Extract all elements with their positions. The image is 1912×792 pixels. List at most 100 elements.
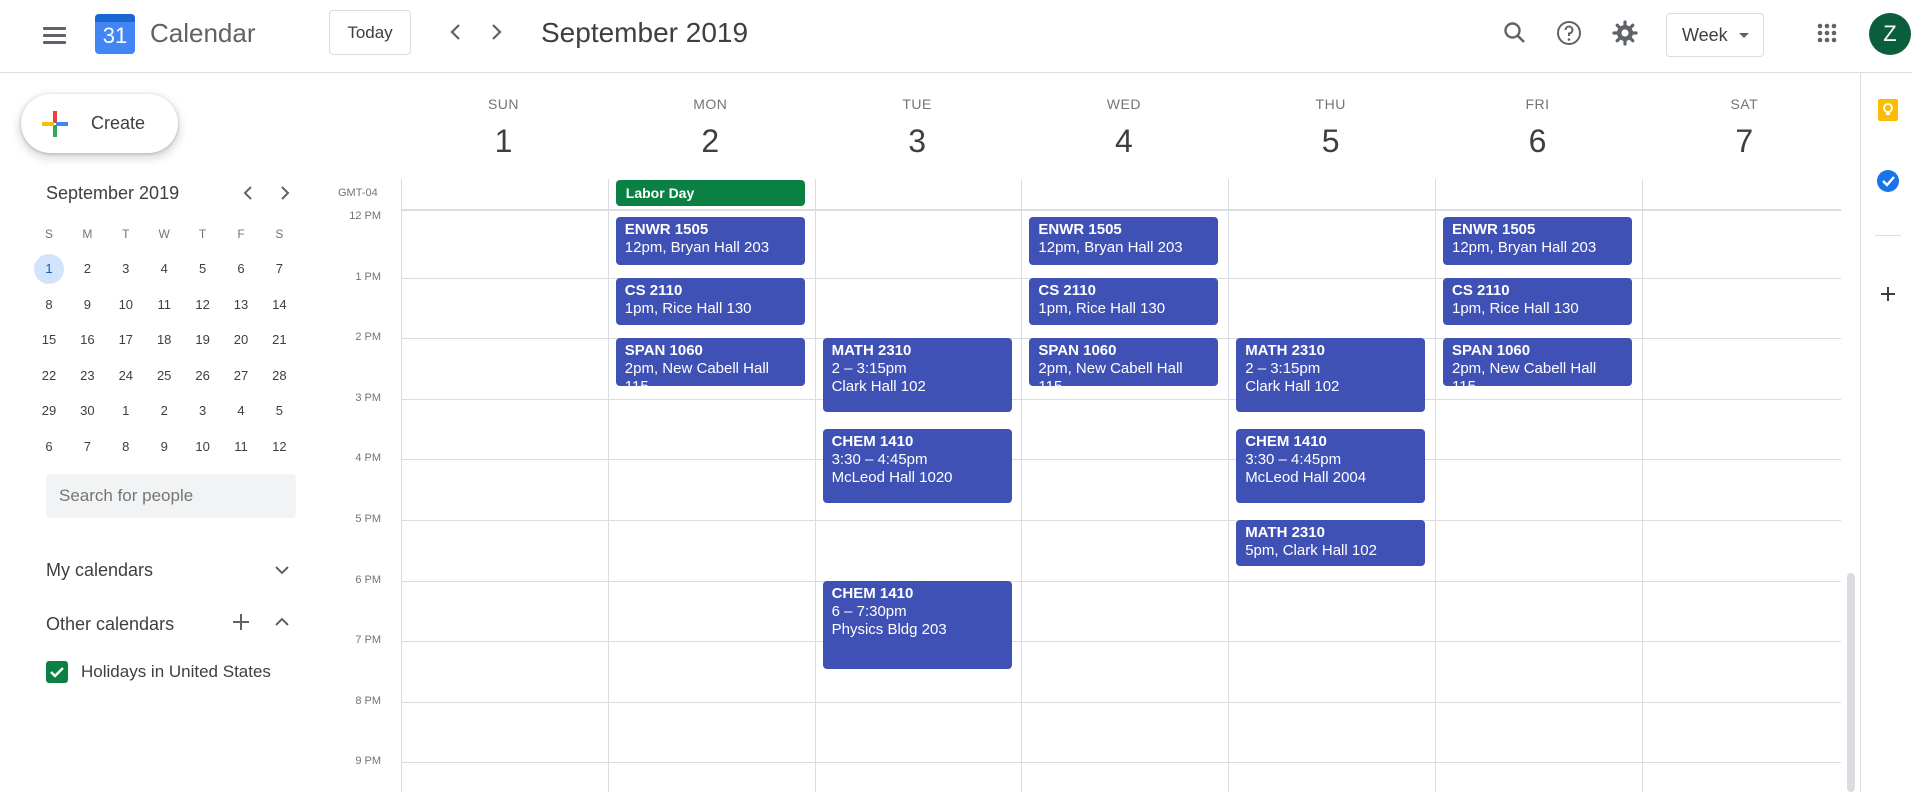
mini-calendar-day[interactable]: 3 bbox=[188, 396, 218, 426]
search-people-input[interactable] bbox=[46, 474, 296, 518]
menu-icon[interactable] bbox=[34, 18, 74, 50]
mini-calendar-day[interactable]: 19 bbox=[188, 325, 218, 355]
mini-calendar-day[interactable]: 11 bbox=[149, 290, 179, 320]
calendar-event[interactable]: CHEM 1410 3:30 – 4:45pm McLeod Hall 1020 bbox=[822, 429, 1012, 503]
other-calendars-header[interactable]: Other calendars bbox=[46, 614, 174, 635]
calendar-event[interactable]: CHEM 1410 3:30 – 4:45pm McLeod Hall 2004 bbox=[1236, 429, 1426, 503]
search-button[interactable] bbox=[1497, 15, 1533, 51]
tasks-button[interactable] bbox=[1875, 168, 1901, 194]
today-button[interactable]: Today bbox=[329, 10, 411, 55]
chevron-left-icon bbox=[243, 186, 252, 200]
mini-calendar-day[interactable]: 9 bbox=[149, 432, 179, 462]
mini-calendar-day[interactable]: 4 bbox=[226, 396, 256, 426]
mini-calendar-day[interactable]: 8 bbox=[34, 290, 64, 320]
day-number[interactable]: 6 bbox=[1435, 123, 1640, 160]
mini-calendar-prev-button[interactable] bbox=[233, 178, 263, 208]
mini-calendar-day[interactable]: 7 bbox=[72, 432, 102, 462]
mini-calendar-day[interactable]: 1 bbox=[34, 254, 64, 284]
calendar-event[interactable]: SPAN 10602pm, New Cabell Hall 115 bbox=[1029, 338, 1219, 386]
apps-button[interactable] bbox=[1809, 15, 1845, 51]
day-number[interactable]: 4 bbox=[1021, 123, 1226, 160]
mini-calendar-day[interactable]: 14 bbox=[264, 290, 294, 320]
next-week-button[interactable] bbox=[478, 14, 514, 50]
mini-calendar-day[interactable]: 5 bbox=[188, 254, 218, 284]
mini-calendar-next-button[interactable] bbox=[270, 178, 300, 208]
mini-calendar-day[interactable]: 12 bbox=[188, 290, 218, 320]
mini-calendar-day[interactable]: 8 bbox=[111, 432, 141, 462]
holidays-calendar-checkbox[interactable] bbox=[46, 661, 68, 683]
help-button[interactable] bbox=[1551, 15, 1587, 51]
calendar-logo-icon[interactable]: 31 bbox=[95, 14, 135, 54]
mini-calendar-day[interactable]: 23 bbox=[72, 361, 102, 391]
mini-calendar-day[interactable]: 11 bbox=[226, 432, 256, 462]
create-button[interactable]: Create bbox=[21, 94, 178, 153]
day-header-tue[interactable]: TUE 3 bbox=[815, 96, 1020, 160]
mini-calendar-day[interactable]: 18 bbox=[149, 325, 179, 355]
mini-calendar-day[interactable]: 13 bbox=[226, 290, 256, 320]
mini-calendar-day[interactable]: 6 bbox=[34, 432, 64, 462]
mini-calendar-day[interactable]: 7 bbox=[264, 254, 294, 284]
account-avatar[interactable]: Z bbox=[1869, 13, 1911, 55]
mini-calendar-day[interactable]: 1 bbox=[111, 396, 141, 426]
mini-calendar-day[interactable]: 9 bbox=[72, 290, 102, 320]
calendar-event[interactable]: MATH 2310 2 – 3:15pm Clark Hall 102 bbox=[1236, 338, 1426, 412]
calendar-event[interactable]: MATH 2310 2 – 3:15pm Clark Hall 102 bbox=[822, 338, 1012, 412]
mini-calendar-day[interactable]: 15 bbox=[34, 325, 64, 355]
my-calendars-header[interactable]: My calendars bbox=[46, 560, 153, 581]
mini-calendar-day[interactable]: 2 bbox=[149, 396, 179, 426]
day-number[interactable]: 2 bbox=[608, 123, 813, 160]
mini-calendar-day[interactable]: 29 bbox=[34, 396, 64, 426]
day-number[interactable]: 3 bbox=[815, 123, 1020, 160]
mini-calendar-day[interactable]: 21 bbox=[264, 325, 294, 355]
calendar-event[interactable]: CS 2110 1pm, Rice Hall 130 bbox=[1443, 277, 1632, 326]
day-header-fri[interactable]: FRI 6 bbox=[1435, 96, 1640, 160]
mini-calendar-day[interactable]: 17 bbox=[111, 325, 141, 355]
mini-calendar-day[interactable]: 6 bbox=[226, 254, 256, 284]
other-calendars-toggle[interactable] bbox=[267, 607, 297, 637]
day-header-mon[interactable]: MON 2 bbox=[608, 96, 813, 160]
calendar-event[interactable]: MATH 2310 5pm, Clark Hall 102 bbox=[1236, 520, 1426, 567]
add-addon-button[interactable] bbox=[1875, 281, 1901, 307]
mini-calendar-day[interactable]: 20 bbox=[226, 325, 256, 355]
calendar-event[interactable]: CS 2110 1pm, Rice Hall 130 bbox=[1029, 277, 1219, 326]
settings-button[interactable] bbox=[1607, 15, 1643, 51]
day-number[interactable]: 7 bbox=[1642, 123, 1847, 160]
mini-calendar-day[interactable]: 10 bbox=[188, 432, 218, 462]
calendar-event[interactable]: CHEM 1410 6 – 7:30pm Physics Bldg 203 bbox=[822, 580, 1012, 670]
mini-calendar-day[interactable]: 10 bbox=[111, 290, 141, 320]
holidays-calendar-label[interactable]: Holidays in United States bbox=[81, 662, 271, 682]
calendar-event[interactable]: ENWR 1505 12pm, Bryan Hall 203 bbox=[1443, 217, 1632, 265]
mini-calendar-day[interactable]: 16 bbox=[72, 325, 102, 355]
mini-calendar-day[interactable]: 4 bbox=[149, 254, 179, 284]
day-header-sun[interactable]: SUN 1 bbox=[401, 96, 606, 160]
day-header-sat[interactable]: SAT 7 bbox=[1642, 96, 1847, 160]
mini-calendar-day[interactable]: 3 bbox=[111, 254, 141, 284]
mini-calendar-day[interactable]: 30 bbox=[72, 396, 102, 426]
calendar-event[interactable]: ENWR 1505 12pm, Bryan Hall 203 bbox=[615, 217, 805, 265]
my-calendars-toggle[interactable] bbox=[267, 555, 297, 585]
mini-calendar-day[interactable]: 2 bbox=[72, 254, 102, 284]
mini-calendar-day[interactable]: 27 bbox=[226, 361, 256, 391]
mini-calendar-day[interactable]: 24 bbox=[111, 361, 141, 391]
day-number[interactable]: 5 bbox=[1228, 123, 1433, 160]
calendar-event[interactable]: ENWR 1505 12pm, Bryan Hall 203 bbox=[1029, 217, 1219, 265]
calendar-event[interactable]: CS 2110 1pm, Rice Hall 130 bbox=[615, 277, 805, 326]
keep-button[interactable] bbox=[1875, 97, 1901, 123]
app-title[interactable]: Calendar bbox=[150, 18, 256, 49]
mini-calendar-day[interactable]: 28 bbox=[264, 361, 294, 391]
calendar-event[interactable]: SPAN 10602pm, New Cabell Hall 115 bbox=[1443, 338, 1632, 386]
mini-calendar-day[interactable]: 22 bbox=[34, 361, 64, 391]
mini-calendar-day[interactable]: 5 bbox=[264, 396, 294, 426]
mini-calendar-day[interactable]: 25 bbox=[149, 361, 179, 391]
all-day-event[interactable]: Labor Day bbox=[615, 180, 805, 206]
day-header-thu[interactable]: THU 5 bbox=[1228, 96, 1433, 160]
calendar-event[interactable]: SPAN 10602pm, New Cabell Hall 115 bbox=[615, 338, 805, 386]
day-header-wed[interactable]: WED 4 bbox=[1021, 96, 1226, 160]
add-other-calendar-button[interactable] bbox=[226, 607, 256, 637]
mini-calendar-day[interactable]: 12 bbox=[264, 432, 294, 462]
view-selector[interactable]: Week bbox=[1666, 13, 1764, 57]
previous-week-button[interactable] bbox=[438, 14, 474, 50]
mini-calendar-day[interactable]: 26 bbox=[188, 361, 218, 391]
grid-scrollbar[interactable] bbox=[1847, 573, 1855, 792]
day-number[interactable]: 1 bbox=[401, 123, 606, 160]
